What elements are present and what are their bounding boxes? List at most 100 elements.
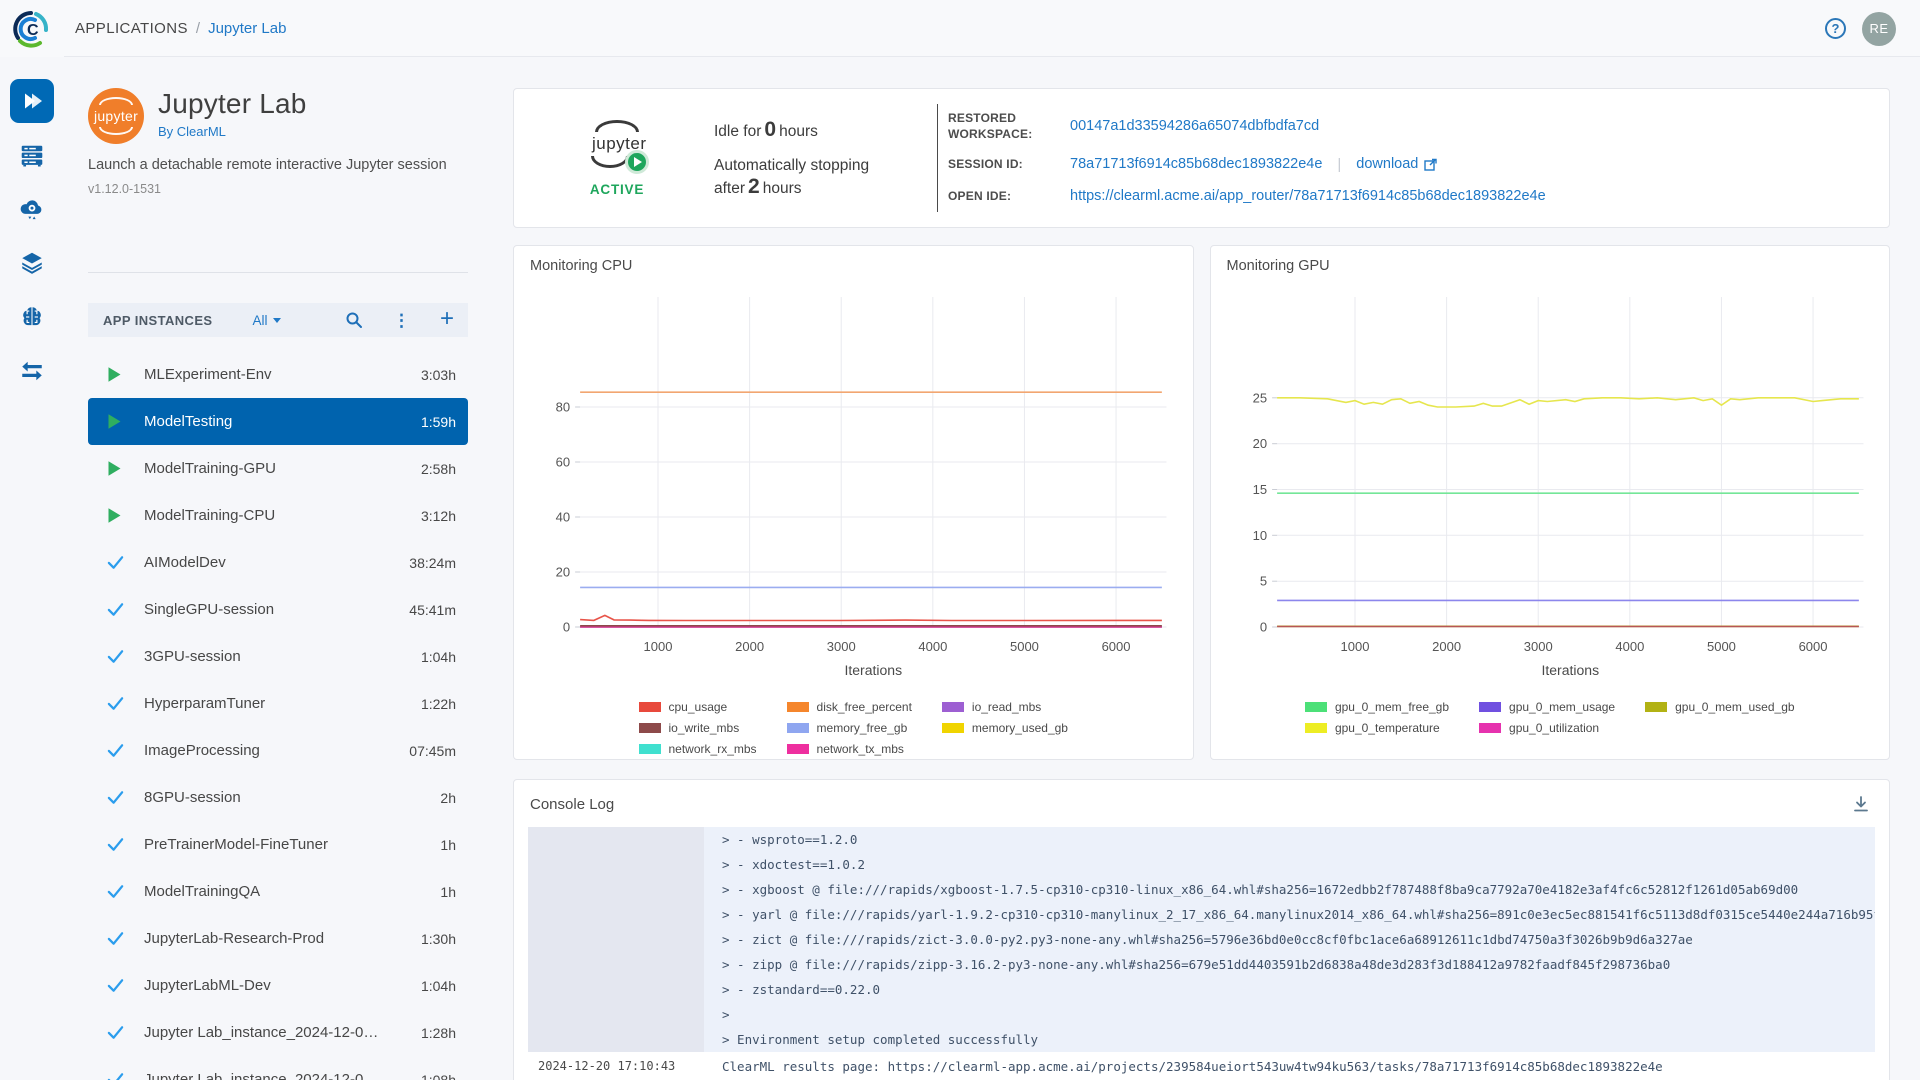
breadcrumb-jupyter-lab[interactable]: Jupyter Lab [208,20,286,37]
app-instances-header: APP INSTANCES All ⋮ + [88,303,468,337]
completed-check-icon [107,1025,124,1040]
gpu-chart-title: Monitoring GPU [1227,258,1874,274]
legend-label: gpu_0_utilization [1509,721,1599,735]
instance-row[interactable]: JupyterLab-Research-Prod1:30h [88,915,468,962]
download-link[interactable]: download [1356,156,1437,172]
instance-row[interactable]: HyperparamTuner1:22h [88,680,468,727]
filter-value: All [252,313,267,328]
cpu-chart[interactable]: 020406080100020003000400050006000Iterati… [530,282,1177,682]
instance-row[interactable]: ImageProcessing07:45m [88,727,468,774]
completed-check-icon [107,837,124,852]
search-icon[interactable] [345,311,363,329]
legend-item-io_read_mbs[interactable]: io_read_mbs [942,700,1068,714]
legend-label: gpu_0_mem_usage [1509,700,1615,714]
restored-workspace-value[interactable]: 00147a1d33594286a65074dbfbdfa7cd [1070,118,1889,134]
layers-icon[interactable] [12,249,52,277]
legend-label: gpu_0_temperature [1335,721,1440,735]
queues-icon[interactable] [12,141,52,169]
kebab-menu-icon[interactable]: ⋮ [393,312,410,329]
help-icon[interactable]: ? [1825,18,1846,39]
log-timestamp [528,852,704,877]
session-id-value[interactable]: 78a71713f6914c85b68dec1893822e4e [1070,156,1322,172]
console-log[interactable]: > - wsproto==1.2.0> - xdoctest==1.0.2> -… [528,827,1875,1080]
svg-text:Iterations: Iterations [1541,662,1599,678]
legend-item-memory_used_gb[interactable]: memory_used_gb [942,721,1068,735]
instance-row[interactable]: ModelTesting1:59h [88,398,468,445]
data-transfer-icon[interactable] [12,357,52,385]
instance-row[interactable]: ModelTraining-CPU3:12h [88,492,468,539]
cloud-autoscaler-icon[interactable] [12,195,52,223]
legend-item-gpu_0_temperature[interactable]: gpu_0_temperature [1305,721,1449,735]
console-log-row: > - yarl @ file:///rapids/yarl-1.9.2-cp3… [528,902,1875,927]
svg-text:60: 60 [556,455,570,470]
legend-item-gpu_0_utilization[interactable]: gpu_0_utilization [1479,721,1615,735]
instance-row[interactable]: ModelTrainingQA1h [88,868,468,915]
legend-item-network_tx_mbs[interactable]: network_tx_mbs [787,742,912,756]
instance-name: ModelTraining-CPU [144,507,421,524]
instance-row[interactable]: JupyterLabML-Dev1:04h [88,962,468,1009]
instance-row[interactable]: Jupyter Lab_instance_2024-12-0…1:28h [88,1009,468,1056]
instance-row[interactable]: MLExperiment-Env3:03h [88,351,468,398]
instance-duration: 2h [440,790,456,806]
legend-label: network_rx_mbs [669,742,757,756]
legend-label: gpu_0_mem_free_gb [1335,700,1449,714]
legend-item-io_write_mbs[interactable]: io_write_mbs [639,721,757,735]
svg-text:1000: 1000 [644,639,673,654]
completed-check-icon [107,884,124,899]
legend-item-gpu_0_mem_usage[interactable]: gpu_0_mem_usage [1479,700,1615,714]
svg-text:6000: 6000 [1798,639,1827,654]
svg-text:5000: 5000 [1706,639,1735,654]
download-log-icon[interactable] [1851,794,1871,814]
instances-filter-dropdown[interactable]: All [252,313,281,328]
launch-apps-icon[interactable] [10,79,54,123]
legend-item-network_rx_mbs[interactable]: network_rx_mbs [639,742,757,756]
gpu-chart[interactable]: 0510152025100020003000400050006000Iterat… [1227,282,1874,682]
legend-item-disk_free_percent[interactable]: disk_free_percent [787,700,912,714]
console-log-title: Console Log [530,796,614,813]
instance-row[interactable]: PreTrainerModel-FineTuner1h [88,821,468,868]
breadcrumb-applications[interactable]: APPLICATIONS [75,20,188,37]
svg-text:C: C [27,22,39,39]
cpu-chart-legend: cpu_usage disk_free_percent io_read_mbs io_… [530,700,1177,756]
app-by-clearml-link[interactable]: By ClearML [158,124,307,139]
panel-divider [88,272,468,273]
instance-row[interactable]: Jupyter Lab_instance_2024-12-0…1:08h [88,1056,468,1080]
log-timestamp: 2024-12-20 17:10:43 [528,1052,704,1080]
cpu-chart-title: Monitoring CPU [530,258,1177,274]
legend-item-cpu_usage[interactable]: cpu_usage [639,700,757,714]
open-ide-link[interactable]: https://clearml.acme.ai/app_router/78a71… [1070,188,1889,204]
svg-text:4000: 4000 [918,639,947,654]
legend-label: gpu_0_mem_used_gb [1675,700,1794,714]
console-log-row: > - xgboost @ file:///rapids/xgboost-1.7… [528,877,1875,902]
running-play-icon [107,413,124,430]
instance-row[interactable]: 3GPU-session1:04h [88,633,468,680]
idle-line: Idle for0hours [714,118,937,142]
log-timestamp [528,827,704,852]
instance-name: ModelTraining-GPU [144,460,421,477]
instance-duration: 1:04h [421,978,456,994]
log-text: ClearML results page: https://clearml-ap… [704,1052,1875,1080]
instance-duration: 2:58h [421,461,456,477]
active-play-badge-icon [625,150,649,174]
svg-text:1000: 1000 [1340,639,1369,654]
svg-text:10: 10 [1252,528,1266,543]
clearml-logo-icon[interactable]: C [10,8,52,50]
divider: | [1337,156,1341,173]
instance-row[interactable]: SingleGPU-session45:41m [88,586,468,633]
log-timestamp [528,877,704,902]
svg-text:3000: 3000 [1523,639,1552,654]
legend-item-gpu_0_mem_used_gb[interactable]: gpu_0_mem_used_gb [1645,700,1794,714]
log-timestamp [528,902,704,927]
ai-brain-icon[interactable] [12,303,52,331]
instance-row[interactable]: ModelTraining-GPU2:58h [88,445,468,492]
legend-item-gpu_0_mem_free_gb[interactable]: gpu_0_mem_free_gb [1305,700,1449,714]
instance-row[interactable]: AIModelDev38:24m [88,539,468,586]
instance-name: HyperparamTuner [144,695,421,712]
add-instance-button[interactable]: + [440,307,454,331]
avatar[interactable]: RE [1862,12,1896,46]
instance-row[interactable]: 8GPU-session2h [88,774,468,821]
legend-item-memory_free_gb[interactable]: memory_free_gb [787,721,912,735]
instance-duration: 3:03h [421,367,456,383]
jupyter-session-logo-icon: jupyter [589,120,645,170]
instance-duration: 1:04h [421,649,456,665]
